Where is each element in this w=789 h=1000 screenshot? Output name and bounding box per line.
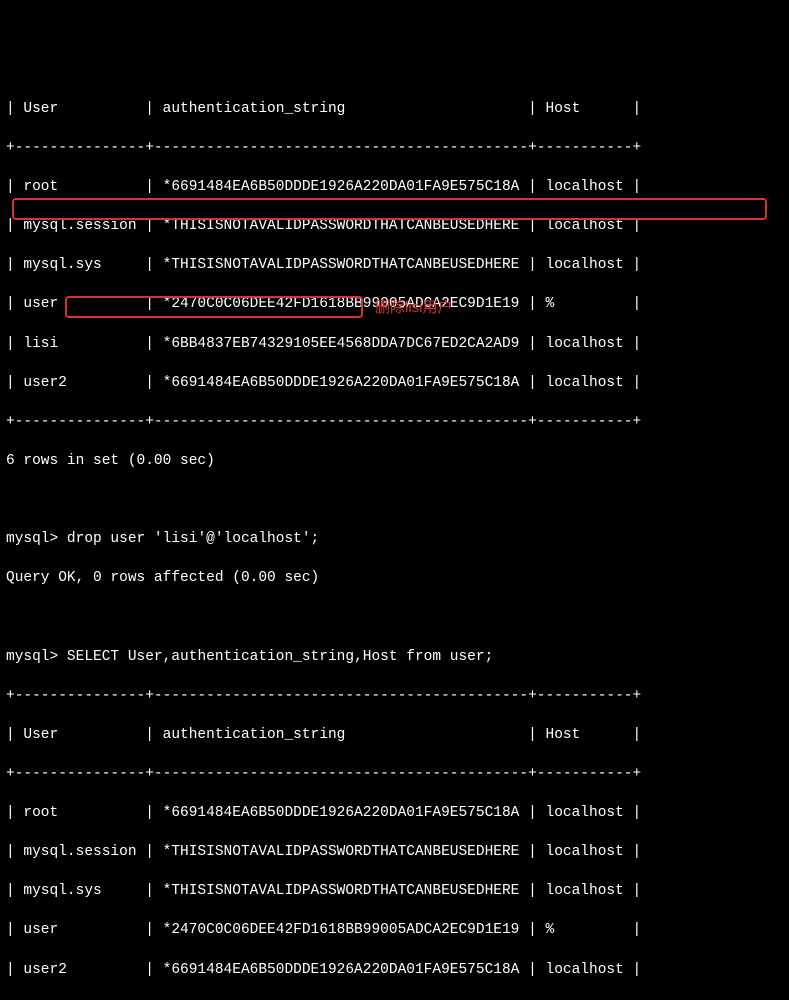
rows-in-set: 6 rows in set (0.00 sec) <box>0 452 789 472</box>
table-row: | lisi | *6BB4837EB74329105EE4568DDA7DC6… <box>0 335 789 355</box>
table-divider: +---------------+-----------------------… <box>0 687 789 707</box>
mysql-prompt: mysql> <box>6 649 67 665</box>
table-row: | mysql.session | *THISISNOTAVALIDPASSWO… <box>0 217 789 237</box>
table-row: | user2 | *6691484EA6B50DDDE1926A220DA01… <box>0 374 789 394</box>
table-row: | root | *6691484EA6B50DDDE1926A220DA01F… <box>0 178 789 198</box>
table-divider: +---------------+-----------------------… <box>0 139 789 159</box>
table-header-row: | User | authentication_string | Host | <box>0 726 789 746</box>
table-header-row: | User | authentication_string | Host | <box>0 100 789 120</box>
blank-line <box>0 491 789 511</box>
terminal-output: | User | authentication_string | Host | … <box>0 80 789 1000</box>
table-divider: +---------------+-----------------------… <box>0 413 789 433</box>
annotation-delete-lisi: 删除lisi用户 <box>375 298 453 318</box>
blank-line <box>0 608 789 628</box>
table-row: | user2 | *6691484EA6B50DDDE1926A220DA01… <box>0 961 789 981</box>
table-row: | user | *2470C0C06DEE42FD1618BB99005ADC… <box>0 921 789 941</box>
table-row: | mysql.sys | *THISISNOTAVALIDPASSWORDTH… <box>0 882 789 902</box>
table-divider: +---------------+-----------------------… <box>0 765 789 785</box>
table-row: | mysql.sys | *THISISNOTAVALIDPASSWORDTH… <box>0 256 789 276</box>
drop-user-command: drop user 'lisi'@'localhost'; <box>67 531 319 547</box>
mysql-prompt-line[interactable]: mysql> drop user 'lisi'@'localhost'; <box>0 530 789 550</box>
query-result: Query OK, 0 rows affected (0.00 sec) <box>0 569 789 589</box>
mysql-prompt: mysql> <box>6 531 67 547</box>
mysql-prompt-line[interactable]: mysql> SELECT User,authentication_string… <box>0 648 789 668</box>
select-command: SELECT User,authentication_string,Host f… <box>67 649 493 665</box>
table-row: | root | *6691484EA6B50DDDE1926A220DA01F… <box>0 804 789 824</box>
table-row: | mysql.session | *THISISNOTAVALIDPASSWO… <box>0 843 789 863</box>
